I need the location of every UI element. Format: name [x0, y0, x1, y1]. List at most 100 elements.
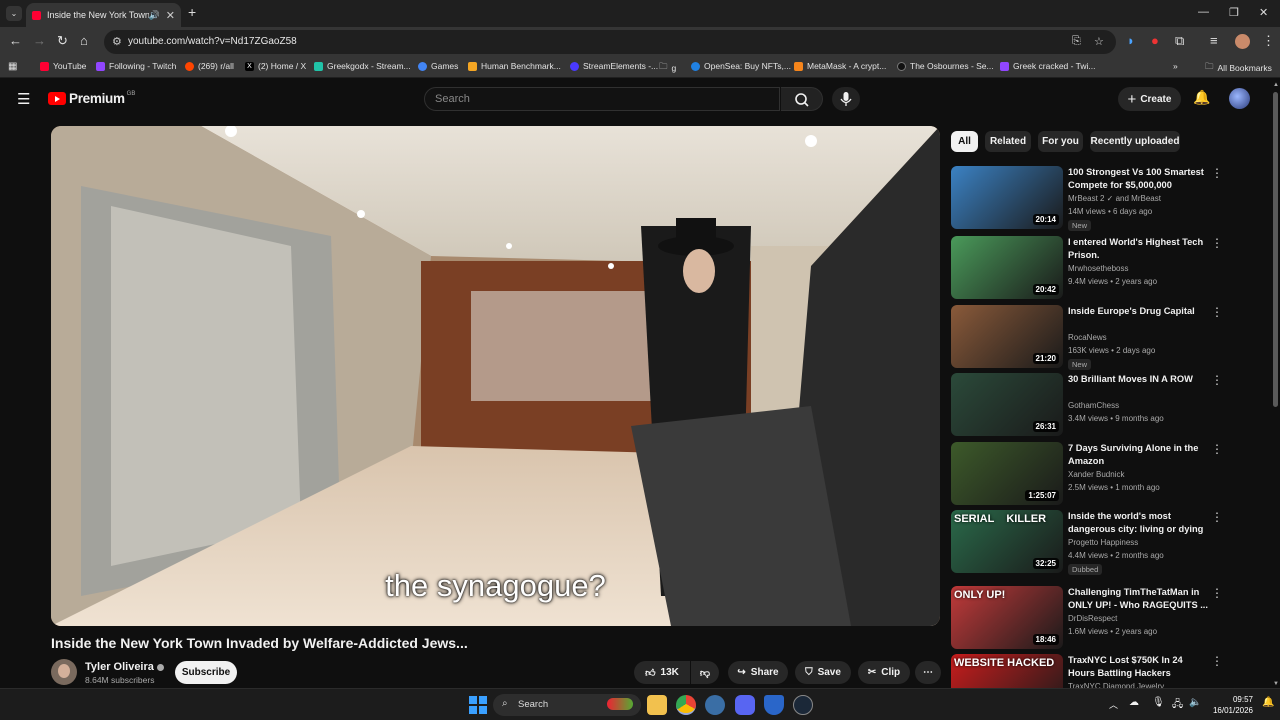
recommendation-card[interactable]: 1:25:07 7 Days Surviving Alone in the Ama…	[951, 442, 1271, 506]
recommendation-card[interactable]: 21:20 Inside Europe's Drug Capital RocaNew…	[951, 305, 1271, 370]
dislike-button[interactable]: 👎︎	[691, 661, 719, 684]
more-vertical-icon[interactable]: ⋮	[1211, 586, 1223, 600]
recommendation-title[interactable]: Inside the world's most dangerous city: …	[1068, 510, 1208, 537]
recommendation-channel[interactable]: Progetto Happiness	[1068, 538, 1138, 547]
reload-icon[interactable]: ↻	[57, 34, 68, 48]
close-tab-icon[interactable]: ✕	[166, 9, 175, 22]
more-vertical-icon[interactable]: ⋮	[1211, 236, 1223, 250]
bookmark-reddit[interactable]: (269) r/all	[185, 61, 234, 71]
bookmark-human-benchmark[interactable]: Human Benchmark...	[468, 61, 561, 71]
recommendation-card[interactable]: 20:14 100 Strongest Vs 100 Smartest Compe…	[951, 166, 1271, 231]
more-vertical-icon[interactable]: ⋮	[1211, 373, 1223, 387]
more-vertical-icon[interactable]: ⋮	[1211, 510, 1223, 524]
scroll-down-icon[interactable]: ▼	[1273, 681, 1279, 687]
recommendation-card[interactable]: SERIAL KILLER 32:25 Inside the world's mos…	[951, 510, 1271, 575]
video-thumbnail[interactable]: 26:31	[951, 373, 1063, 436]
bookmark-greek-cracked[interactable]: Greek cracked - Twi...	[1000, 61, 1096, 71]
video-thumbnail[interactable]: 20:42	[951, 236, 1063, 299]
reading-list-icon[interactable]: ≡	[1210, 34, 1218, 48]
subscribe-button[interactable]: Subscribe	[175, 661, 237, 684]
recommendation-title[interactable]: TraxNYC Lost $750K In 24 Hours Battling …	[1068, 654, 1208, 680]
video-thumbnail[interactable]: 1:25:07	[951, 442, 1063, 505]
tab-search-button[interactable]: ⌄	[6, 6, 22, 21]
recommendation-channel[interactable]: DrDisRespect	[1068, 614, 1117, 623]
tray-network-icon[interactable]: 🖧	[1172, 697, 1183, 714]
windows-start-icon[interactable]	[468, 695, 488, 715]
taskbar-search[interactable]: ⌕ Search	[493, 694, 641, 716]
more-vertical-icon[interactable]: ⋮	[1211, 654, 1223, 668]
recommendation-card[interactable]: 20:42 I entered World's Highest Tech Pris…	[951, 236, 1271, 300]
recommendation-title[interactable]: Inside Europe's Drug Capital	[1068, 305, 1208, 318]
create-button[interactable]: + Create	[1118, 87, 1181, 111]
recommendation-title[interactable]: 7 Days Surviving Alone in the Amazon	[1068, 442, 1208, 468]
extension-1-icon[interactable]: ◗	[1127, 34, 1135, 48]
site-info-icon[interactable]: ⚙	[112, 35, 122, 48]
more-vertical-icon[interactable]: ⋮	[1211, 166, 1223, 180]
extension-2-icon[interactable]: ●	[1151, 34, 1159, 48]
bookmark-twitch-following[interactable]: Following - Twitch	[96, 61, 176, 71]
account-avatar[interactable]	[1229, 88, 1250, 109]
chip-related[interactable]: Related	[985, 131, 1031, 152]
channel-avatar[interactable]	[51, 659, 77, 685]
steam-icon[interactable]	[793, 695, 813, 715]
home-icon[interactable]: ⌂	[80, 34, 88, 48]
youtube-premium-logo[interactable]: Premium GB	[48, 91, 135, 106]
tray-overflow-icon[interactable]: ︿	[1109, 698, 1118, 711]
bookmarks-overflow-icon[interactable]: »	[1173, 61, 1178, 71]
new-tab-button[interactable]: +	[188, 4, 196, 20]
minimize-icon[interactable]: —	[1198, 6, 1209, 18]
more-vertical-icon[interactable]: ⋮	[1211, 442, 1223, 456]
recommendation-title[interactable]: 100 Strongest Vs 100 Smartest Compete fo…	[1068, 166, 1208, 192]
recommendation-channel[interactable]: GothamChess	[1068, 401, 1119, 410]
bookmark-games[interactable]: Games	[418, 61, 458, 71]
voice-search-button[interactable]	[832, 87, 860, 111]
share-button[interactable]: ↪ Share	[728, 661, 788, 684]
ccleaner-icon[interactable]	[705, 695, 725, 715]
address-bar[interactable]: ⚙ youtube.com/watch?v=Nd17ZGaoZ58 ⎘ ☆	[104, 30, 1116, 54]
recommendation-channel[interactable]: MrBeast 2 ✓ and MrBeast	[1068, 194, 1161, 203]
video-thumbnail[interactable]: 20:14	[951, 166, 1063, 229]
profile-avatar[interactable]	[1235, 34, 1250, 49]
bookmark-x-home[interactable]: X (2) Home / X	[245, 61, 306, 71]
bookmark-youtube[interactable]: YouTube	[40, 61, 86, 71]
notifications-bell-icon[interactable]: 🔔	[1193, 89, 1210, 106]
more-vertical-icon[interactable]: ⋮	[1211, 305, 1223, 319]
recommendation-channel[interactable]: Xander Budnick	[1068, 470, 1124, 479]
scrollbar-thumb[interactable]	[1273, 92, 1278, 407]
recommendation-title[interactable]: I entered World's Highest Tech Prison.	[1068, 236, 1208, 262]
chip-all[interactable]: All	[951, 131, 978, 152]
audio-playing-icon[interactable]: 🔊	[149, 10, 160, 21]
install-app-icon[interactable]: ⎘	[1072, 35, 1081, 48]
browser-menu-icon[interactable]: ⋮	[1262, 34, 1275, 48]
video-thumbnail[interactable]: 21:20	[951, 305, 1063, 368]
more-actions-button[interactable]: ⋯	[915, 661, 941, 684]
browser-tab-active[interactable]: Inside the New York Town I 🔊 ✕	[26, 3, 181, 27]
save-button[interactable]: ⛉ Save	[795, 661, 851, 684]
clip-button[interactable]: ✂ Clip	[858, 661, 910, 684]
bookmark-greekgodx-stream[interactable]: Greekgodx - Stream...	[314, 61, 411, 71]
video-thumbnail[interactable]: SERIAL KILLER 32:25	[951, 510, 1063, 573]
video-thumbnail[interactable]: ONLY UP! 18:46	[951, 586, 1063, 649]
recommendation-title[interactable]: Challenging TimTheTatMan in ONLY UP! - W…	[1068, 586, 1208, 612]
tray-volume-icon[interactable]: 🔈	[1189, 697, 1201, 708]
recommendation-card[interactable]: ONLY UP! 18:46 Challenging TimTheTatMan in…	[951, 586, 1271, 650]
bookmark-metamask[interactable]: MetaMask - A crypt...	[794, 61, 886, 71]
channel-name[interactable]: Tyler Oliveira	[85, 661, 164, 673]
bookmark-folder-g[interactable]: 🗀 g	[659, 61, 676, 75]
all-bookmarks-folder[interactable]: 🗀 All Bookmarks	[1205, 61, 1272, 75]
forward-icon[interactable]: →	[33, 34, 46, 48]
recommendation-channel[interactable]: RocaNews	[1068, 333, 1107, 342]
close-window-icon[interactable]: ✕	[1259, 6, 1268, 19]
chrome-icon[interactable]	[676, 695, 696, 715]
chip-recently-uploaded[interactable]: Recently uploaded	[1090, 131, 1180, 152]
scroll-up-icon[interactable]: ▲	[1273, 82, 1279, 88]
tray-cloud-icon[interactable]: ☁	[1129, 697, 1139, 708]
search-input[interactable]: Search	[424, 87, 780, 111]
page-scrollbar[interactable]: ▲ ▼	[1271, 80, 1280, 688]
url-text[interactable]: youtube.com/watch?v=Nd17ZGaoZ58	[128, 36, 297, 47]
taskbar-clock[interactable]: 09:57 16/01/2026	[1209, 694, 1253, 716]
bookmark-opensea[interactable]: OpenSea: Buy NFTs,...	[691, 61, 791, 71]
vpn-shield-icon[interactable]	[764, 695, 784, 715]
recommendation-channel[interactable]: Mrwhosetheboss	[1068, 264, 1128, 273]
back-icon[interactable]: ←	[9, 34, 22, 48]
